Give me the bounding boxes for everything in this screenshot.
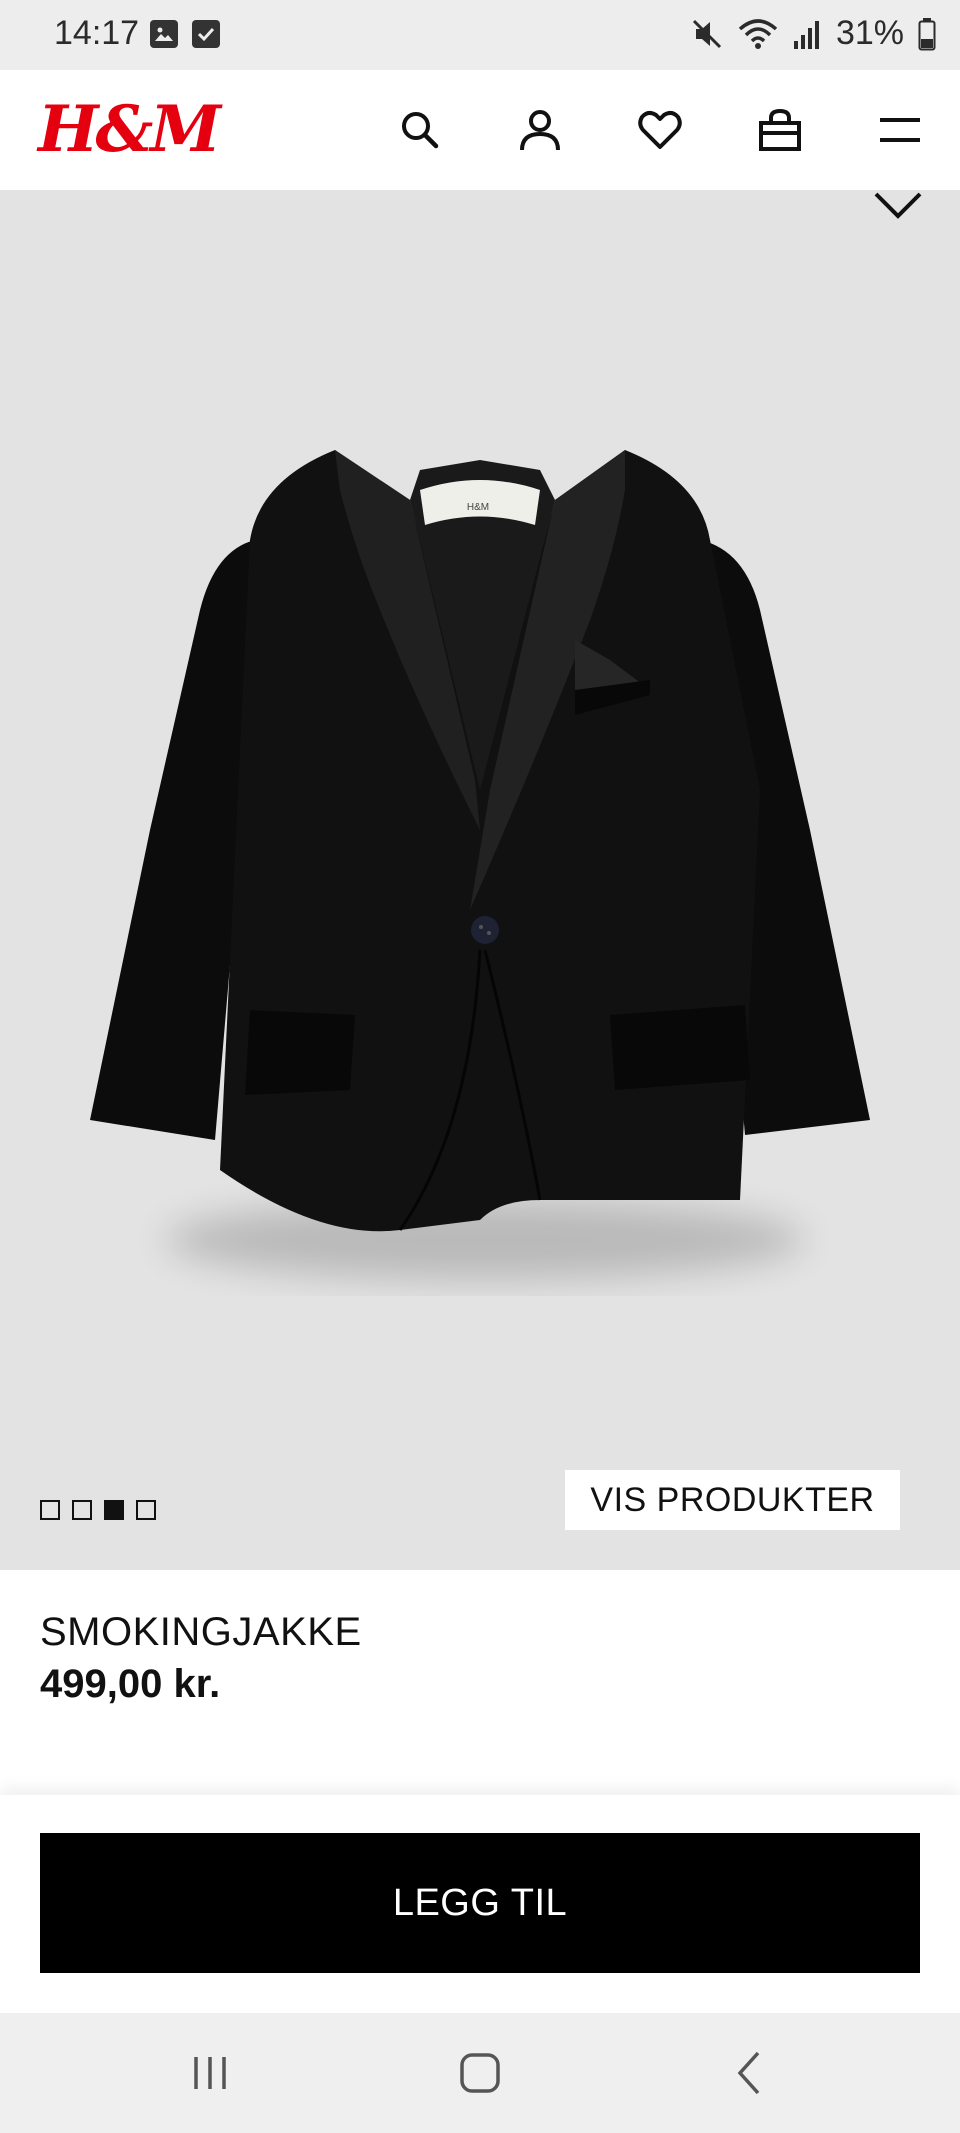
product-price: 499,00 kr. — [40, 1662, 221, 1706]
product-name: SMOKINGJAKKE — [40, 1610, 362, 1654]
svg-text:H&M: H&M — [467, 502, 489, 513]
home-icon[interactable] — [450, 2043, 510, 2103]
gallery-pagination[interactable] — [40, 1500, 156, 1520]
gallery-dot[interactable] — [104, 1500, 124, 1520]
gallery-dot[interactable] — [40, 1500, 60, 1520]
site-header: H&M — [0, 70, 960, 190]
bag-icon[interactable] — [756, 106, 804, 154]
menu-icon[interactable] — [876, 106, 924, 154]
gallery-icon — [150, 20, 178, 48]
gallery-dot[interactable] — [136, 1500, 156, 1520]
hm-logo[interactable]: H&M — [38, 92, 221, 167]
product-info: SMOKINGJAKKE 499,00 kr. — [0, 1570, 960, 1795]
tuxedo-jacket-image: H&M — [90, 450, 870, 1280]
system-nav-bar — [0, 2013, 960, 2133]
battery-icon — [918, 17, 936, 50]
wifi-icon — [738, 18, 778, 49]
add-to-bag-button[interactable]: LEGG TIL — [40, 1833, 920, 1973]
add-to-bag-bar: LEGG TIL — [0, 1795, 960, 2013]
signal-icon — [793, 20, 819, 49]
heart-icon[interactable] — [636, 106, 684, 154]
search-icon[interactable] — [396, 106, 444, 154]
battery-percent: 31% — [835, 14, 904, 52]
checkbox-icon — [192, 20, 220, 48]
product-image-gallery[interactable]: H&M VIS PRODUKTER — [0, 190, 960, 1570]
recents-icon[interactable] — [180, 2043, 240, 2103]
account-icon[interactable] — [516, 106, 564, 154]
status-bar: 14:17 31% — [0, 0, 960, 70]
vis-produkter-button[interactable]: VIS PRODUKTER — [565, 1470, 900, 1530]
status-time: 14:17 — [54, 14, 140, 52]
mute-icon — [692, 19, 721, 48]
back-icon[interactable] — [720, 2043, 780, 2103]
gallery-dot[interactable] — [72, 1500, 92, 1520]
